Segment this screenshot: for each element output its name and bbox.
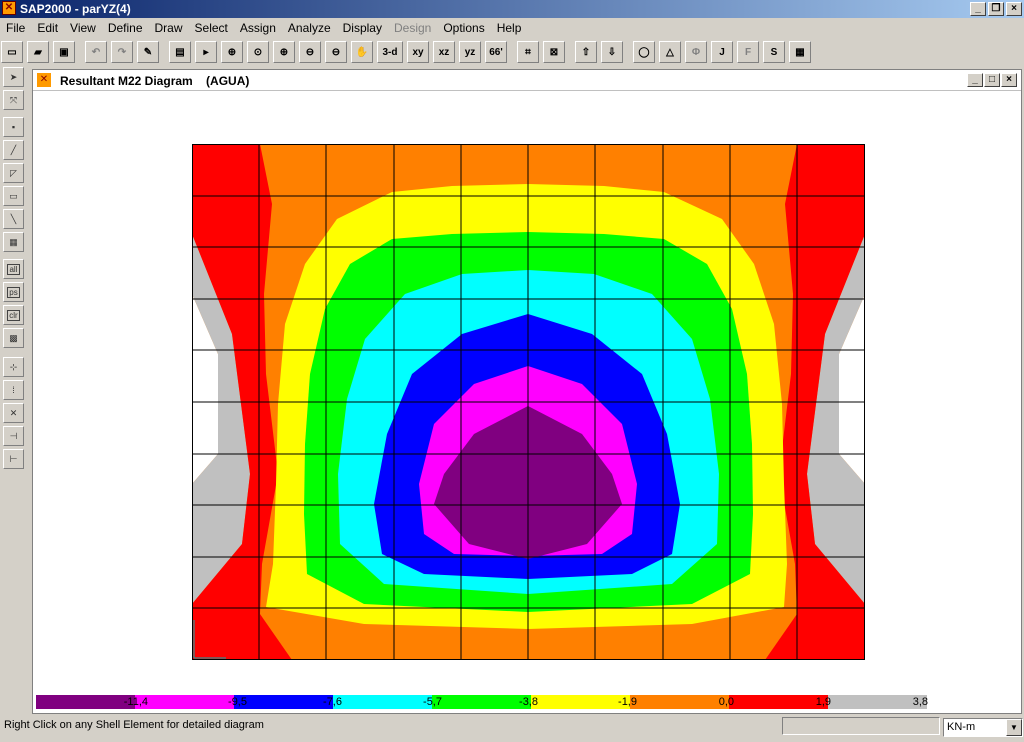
legend-label-1: -11,4 [123, 696, 148, 708]
main-toolbar: ▭ ▰ ▣ ↶ ↷ ✎ ▤ ▸ ⊕ ⊙ ⊕ ⊖ ⊖ ✋ 3-d xy xz yz… [0, 39, 1024, 65]
app-title: SAP2000 - parYZ(4) [20, 2, 131, 16]
quick-frame-icon[interactable]: ╲ [3, 209, 24, 229]
redo-icon[interactable]: ↷ [111, 41, 133, 63]
new-file-icon[interactable]: ▭ [1, 41, 23, 63]
snap-joints-icon[interactable]: ⊹ [3, 357, 24, 377]
view-xy-button[interactable]: xy [407, 41, 429, 63]
lock-icon[interactable]: ▤ [169, 41, 191, 63]
select-previous-icon[interactable]: ps [3, 282, 24, 302]
menu-analyze[interactable]: Analyze [282, 21, 337, 35]
status-message: Right Click on any Shell Element for det… [4, 719, 264, 731]
reshape-icon[interactable]: ⤧ [3, 90, 24, 110]
joint-button[interactable]: J [711, 41, 733, 63]
diagram-window-title: Resultant M22 Diagram (AGUA) [60, 74, 249, 88]
draw-rect-shell-icon[interactable]: ▭ [3, 186, 24, 206]
shell-button[interactable]: S [763, 41, 785, 63]
zoom-out-icon[interactable]: ⊖ [299, 41, 321, 63]
arrow-down-icon[interactable]: ⇩ [601, 41, 623, 63]
menu-define[interactable]: Define [102, 21, 149, 35]
status-bar: Right Click on any Shell Element for det… [0, 717, 1024, 739]
legend-label-6: -1,9 [618, 696, 637, 708]
restore-button[interactable]: ❐ [988, 2, 1004, 16]
app-titlebar: ✕ SAP2000 - parYZ(4) _ ❐ × [0, 0, 1024, 18]
view-3d-button[interactable]: 3-d [377, 41, 403, 63]
snap-midpoints-icon[interactable]: ⁞ [3, 380, 24, 400]
menu-view[interactable]: View [64, 21, 102, 35]
menu-assign[interactable]: Assign [234, 21, 282, 35]
contour-legend: -11,4 -9,5 -7,6 -5,7 -3,8 -1,9 0,0 1,9 3… [36, 695, 930, 711]
snap-lines-icon[interactable]: ⊢ [3, 449, 24, 469]
menu-options[interactable]: Options [437, 21, 490, 35]
sap2000-logo-icon: ✕ [2, 1, 16, 15]
quick-shell-icon[interactable]: ▦ [3, 232, 24, 252]
menu-select[interactable]: Select [189, 21, 234, 35]
m22-contour-plot[interactable] [192, 144, 865, 660]
triangle-icon[interactable]: △ [659, 41, 681, 63]
draw-frame-icon[interactable]: ╱ [3, 140, 24, 160]
zoom-window-icon[interactable]: ⊕ [221, 41, 243, 63]
close-button[interactable]: × [1006, 2, 1022, 16]
table-icon[interactable]: ▦ [789, 41, 811, 63]
diagram-window: ✕ Resultant M22 Diagram (AGUA) _ □ × [32, 69, 1022, 714]
draw-point-icon[interactable]: ▪ [3, 117, 24, 137]
select-grid-icon[interactable]: ⌗ [517, 41, 539, 63]
menu-draw[interactable]: Draw [149, 21, 189, 35]
undo-icon[interactable]: ↶ [85, 41, 107, 63]
window-title-text: Resultant M22 Diagram [60, 74, 193, 88]
clear-selection-icon[interactable]: clr [3, 305, 24, 325]
zoom-icon[interactable]: ⊖ [325, 41, 347, 63]
menu-file[interactable]: File [0, 21, 31, 35]
pan-hand-icon[interactable]: ✋ [351, 41, 373, 63]
diagram-window-titlebar: ✕ Resultant M22 Diagram (AGUA) _ □ × [33, 70, 1021, 91]
legend-label-2: -9,5 [228, 696, 247, 708]
window-close-button[interactable]: × [1001, 73, 1017, 87]
intersecting-line-icon[interactable]: ▩ [3, 328, 24, 348]
units-select[interactable]: KN-m ▼ [943, 718, 1023, 737]
menu-bar: File Edit View Define Draw Select Assign… [0, 19, 1024, 37]
select-all-icon[interactable]: all [3, 259, 24, 279]
snap-intersections-icon[interactable]: ✕ [3, 403, 24, 423]
minimize-button[interactable]: _ [970, 2, 986, 16]
deselect-icon[interactable]: ⊠ [543, 41, 565, 63]
pointer-arrow-icon[interactable]: ➤ [3, 67, 24, 87]
units-value: KN-m [947, 721, 976, 733]
chevron-down-icon[interactable]: ▼ [1006, 719, 1022, 736]
window-minimize-button[interactable]: _ [967, 73, 983, 87]
open-folder-icon[interactable]: ▰ [27, 41, 49, 63]
sap2000-window-icon: ✕ [37, 73, 51, 87]
zoom-in-icon[interactable]: ⊕ [273, 41, 295, 63]
draw-shell-icon[interactable]: ◸ [3, 163, 24, 183]
arrow-up-icon[interactable]: ⇧ [575, 41, 597, 63]
legend-label-4: -5,7 [423, 696, 442, 708]
zoom-restore-icon[interactable]: ⊙ [247, 41, 269, 63]
save-icon[interactable]: ▣ [53, 41, 75, 63]
window-maximize-button[interactable]: □ [984, 73, 1000, 87]
pencil-icon[interactable]: ✎ [137, 41, 159, 63]
legend-label-9: 3,8 [912, 696, 928, 708]
menu-help[interactable]: Help [491, 21, 528, 35]
legend-label-5: -3,8 [519, 696, 538, 708]
menu-design: Design [393, 21, 432, 35]
view-yz-button[interactable]: yz [459, 41, 481, 63]
menu-edit[interactable]: Edit [31, 21, 64, 35]
snap-perpendicular-icon[interactable]: ⊣ [3, 426, 24, 446]
menu-display[interactable]: Display [337, 21, 388, 35]
frame-button[interactable]: F [737, 41, 759, 63]
legend-label-3: -7,6 [323, 696, 342, 708]
left-toolbar: ➤ ⤧ ▪ ╱ ◸ ▭ ╲ ▦ all ps clr ▩ ⊹ ⁞ ✕ ⊣ ⊢ [0, 67, 27, 717]
circle-icon[interactable]: ◯ [633, 41, 655, 63]
load-case-label: (AGUA) [206, 74, 250, 88]
rubber-band-button[interactable]: 66' [485, 41, 507, 63]
phi-button[interactable]: Φ [685, 41, 707, 63]
legend-label-8: 1,9 [815, 696, 831, 708]
run-icon[interactable]: ▸ [195, 41, 217, 63]
view-xz-button[interactable]: xz [433, 41, 455, 63]
legend-label-7: 0,0 [718, 696, 734, 708]
status-panel [782, 717, 940, 735]
